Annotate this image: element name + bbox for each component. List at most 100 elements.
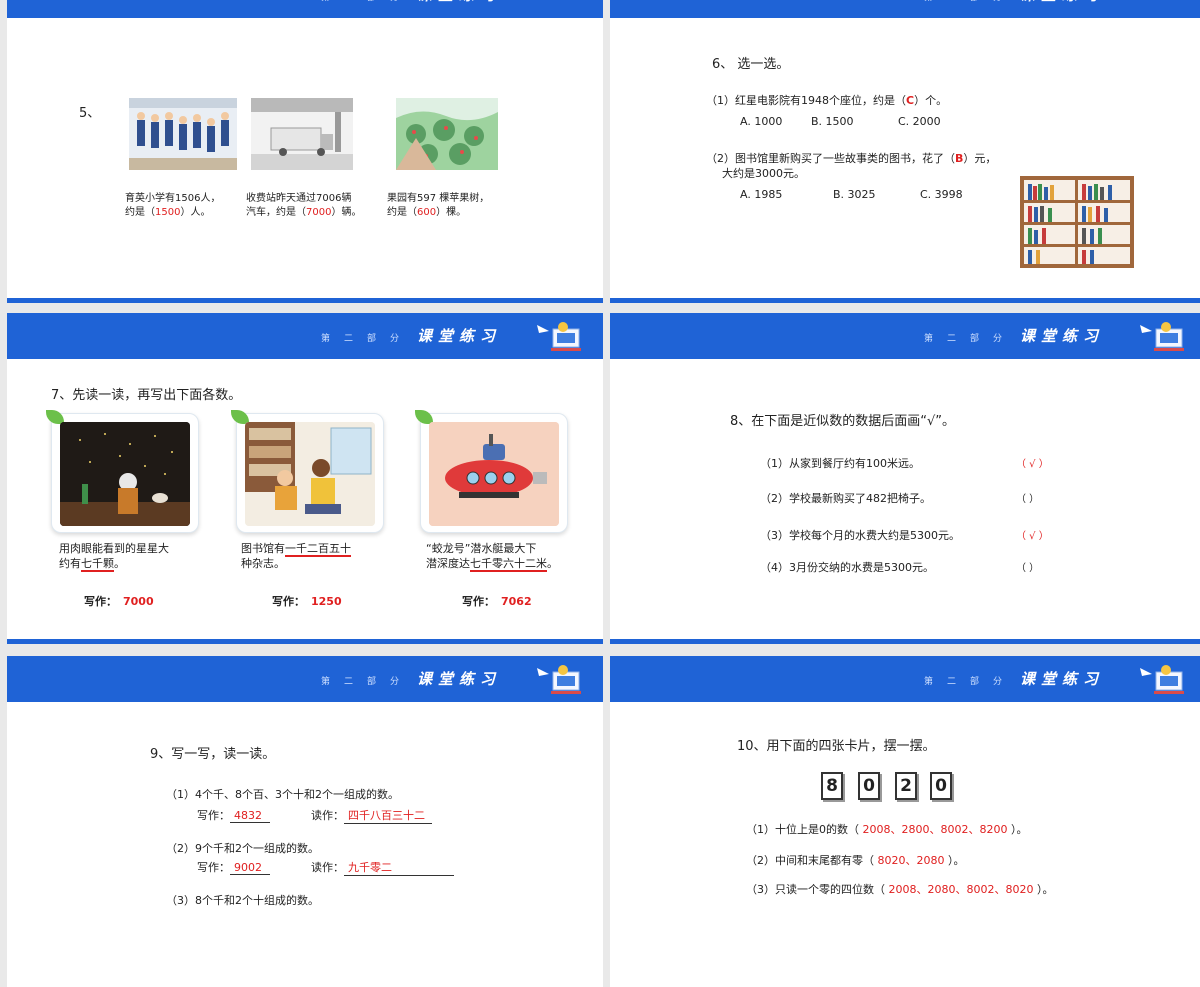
- q1-option-a: A. 1000: [740, 115, 783, 128]
- q2-suffix: ）元，: [963, 152, 997, 165]
- q2-row: （2）中间和末尾都有零（ 8020、2080 ）。: [746, 852, 965, 868]
- section-label: 第二部分: [321, 334, 414, 344]
- q2-option-c: C. 3998: [920, 188, 963, 201]
- slide-6: 第二部分 课堂练习 6、 选一选。 （1）红星电影院有1948个座位，约是（C）…: [610, 0, 1200, 303]
- classroom-logo-icon: [537, 665, 581, 694]
- submarine-line2: 潜深度达七千零六十二米。: [426, 556, 558, 572]
- question-title: 8、在下面是近似数的数据后面画“√”。: [730, 414, 956, 429]
- item-1-answer: 1500: [155, 207, 181, 218]
- submarine-prefix: 潜深度达: [426, 557, 470, 570]
- library-prefix: 图书馆有: [241, 542, 285, 555]
- library-answer-row: 写作： 1250: [272, 593, 342, 609]
- item-3-line1: 果园有597 棵苹果树，: [387, 193, 490, 204]
- item-2-suffix: ）辆。: [331, 207, 362, 218]
- item-3-text: 果园有597 棵苹果树， 约是（600）棵。: [387, 192, 489, 220]
- submarine-text: “蛟龙号”潜水艇最大下 潜深度达七千零六十二米。: [426, 541, 558, 572]
- q2-prefix: （2）中间和末尾都有零（: [746, 854, 878, 867]
- read-label: 读作：: [311, 809, 344, 822]
- write-label: 写作：: [197, 861, 230, 874]
- orchard-image: [396, 98, 498, 170]
- slide-footer-bar: [610, 298, 1200, 303]
- item-3-question: （3）学校每个月的水费大约是5300元。: [760, 529, 960, 542]
- library-underlined: 一千二百五十: [285, 542, 351, 557]
- item-1-mark: （ √ ）: [1016, 459, 1049, 470]
- header-title: 课堂练习: [1020, 670, 1105, 688]
- q1-write-row: 写作： 4832: [197, 807, 270, 823]
- classroom-logo-icon: [1140, 665, 1184, 694]
- submarine-underlined: 七千零六十二米: [470, 557, 547, 572]
- slide-footer-bar: [610, 639, 1200, 644]
- section-label: 第二部分: [924, 334, 1017, 344]
- item-2-line1: 收费站昨天通过7006辆: [246, 193, 352, 204]
- students-exercise-image: [129, 98, 237, 170]
- stars-line1: 用肉眼能看到的星星大: [59, 542, 169, 555]
- q1-prefix: （1）红星电影院有1948个座位，约是（: [706, 94, 906, 107]
- write-label: 写作：: [197, 809, 230, 822]
- q1-read-answer: 四千八百三十二: [344, 807, 432, 824]
- number-card: 0: [930, 772, 952, 800]
- slide-header: 第二部分 课堂练习: [610, 656, 1200, 702]
- submarine-suffix: 。: [547, 557, 558, 570]
- item-1-prefix: 约是（: [125, 207, 155, 218]
- slide-9: 第二部分 课堂练习 9、写一写，读一读。 （1）4个千、8个百、3个十和2个一组…: [7, 656, 603, 987]
- item-3-prefix: 约是（: [387, 207, 417, 218]
- q1-option-b: B. 1500: [811, 115, 854, 128]
- item-4-mark: （ ）: [1016, 563, 1040, 574]
- q2-write-row: 写作： 9002: [197, 859, 270, 875]
- q2-read-answer: 九千零二: [344, 859, 454, 876]
- item-3-answer: 600: [417, 207, 437, 218]
- q2-line2: 大约是3000元。: [722, 167, 805, 180]
- item-1-line2: 约是（1500）人。: [125, 206, 220, 220]
- bookshelf-image: [1020, 176, 1134, 268]
- number-card: 0: [858, 772, 880, 800]
- item-1-suffix: ）人。: [180, 207, 211, 218]
- slide-8: 第二部分 课堂练习 8、在下面是近似数的数据后面画“√”。 （1）从家到餐厅约有…: [610, 313, 1200, 644]
- q1-read-row: 读作： 四千八百三十二: [311, 807, 432, 824]
- slide-7: 第二部分 课堂练习 7、先读一读，再写出下面各数。 用肉眼能看到的星星大 约有七…: [7, 313, 603, 644]
- item-1-question: （1）从家到餐厅约有100米远。: [760, 457, 920, 470]
- question-number: 5、: [79, 106, 101, 121]
- section-label: 第二部分: [924, 677, 1017, 687]
- number-card: 2: [895, 772, 917, 800]
- library-card: [231, 410, 384, 533]
- submarine-line1: “蛟龙号”潜水艇最大下: [426, 542, 537, 555]
- item-3-line2: 约是（600）棵。: [387, 206, 489, 220]
- slide-header: 第二部分 课堂练习: [610, 313, 1200, 359]
- question-title: 7、先读一读，再写出下面各数。: [51, 388, 242, 403]
- classroom-logo-icon: [537, 322, 581, 351]
- q1-write-answer: 4832: [230, 809, 270, 823]
- library-reading-image: [245, 422, 375, 526]
- number-card: 8: [821, 772, 843, 800]
- q3-suffix: ）。: [1033, 883, 1054, 896]
- q1-prefix: （1）十位上是0的数（: [746, 823, 863, 836]
- q1-text: （1）4个千、8个百、3个十和2个一组成的数。: [166, 788, 399, 801]
- number-cards: 8 0 2 0: [820, 772, 960, 802]
- q1-row: （1）十位上是0的数（ 2008、2800、8002、8200 ）。: [746, 821, 1027, 837]
- submarine-answer: 7062: [501, 595, 532, 608]
- submarine-card: [415, 410, 568, 533]
- slide-5: 第二部分 课堂练习 5、: [7, 0, 603, 303]
- q2-read-row: 读作： 九千零二: [311, 859, 454, 876]
- q2-answer: 8020、2080: [877, 854, 945, 867]
- stars-answer-row: 写作： 7000: [84, 593, 154, 609]
- q2-text: （2）图书馆里新购买了一些故事类的图书，花了（B）元，: [706, 150, 996, 166]
- library-line2: 种杂志。: [241, 557, 285, 570]
- item-1-line1: 育英小学有1506人，: [125, 193, 221, 204]
- slide-footer-bar: [7, 298, 603, 303]
- item-2-prefix: 汽车，约是（: [246, 207, 306, 218]
- q3-prefix: （3）只读一个零的四位数（: [746, 883, 889, 896]
- submarine-image: [429, 422, 559, 526]
- header-title: 课堂练习: [417, 670, 502, 688]
- section-label: 第二部分: [924, 0, 1016, 3]
- item-2-line2: 汽车，约是（7000）辆。: [246, 206, 361, 220]
- stars-text: 用肉眼能看到的星星大 约有七千颗。: [59, 541, 169, 572]
- slide-header: 第二部分 课堂练习: [7, 313, 603, 359]
- item-2-text: 收费站昨天通过7006辆 汽车，约是（7000）辆。: [246, 192, 361, 220]
- slide-footer-bar: [7, 639, 603, 644]
- q1-answer: C: [906, 94, 915, 107]
- q1-suffix: ）个。: [914, 94, 948, 107]
- stars-card: [46, 410, 199, 533]
- q2-prefix: （2）图书馆里新购买了一些故事类的图书，花了（: [706, 152, 955, 165]
- header-title: 课堂练习: [1020, 327, 1105, 345]
- item-2-answer: 7000: [306, 207, 332, 218]
